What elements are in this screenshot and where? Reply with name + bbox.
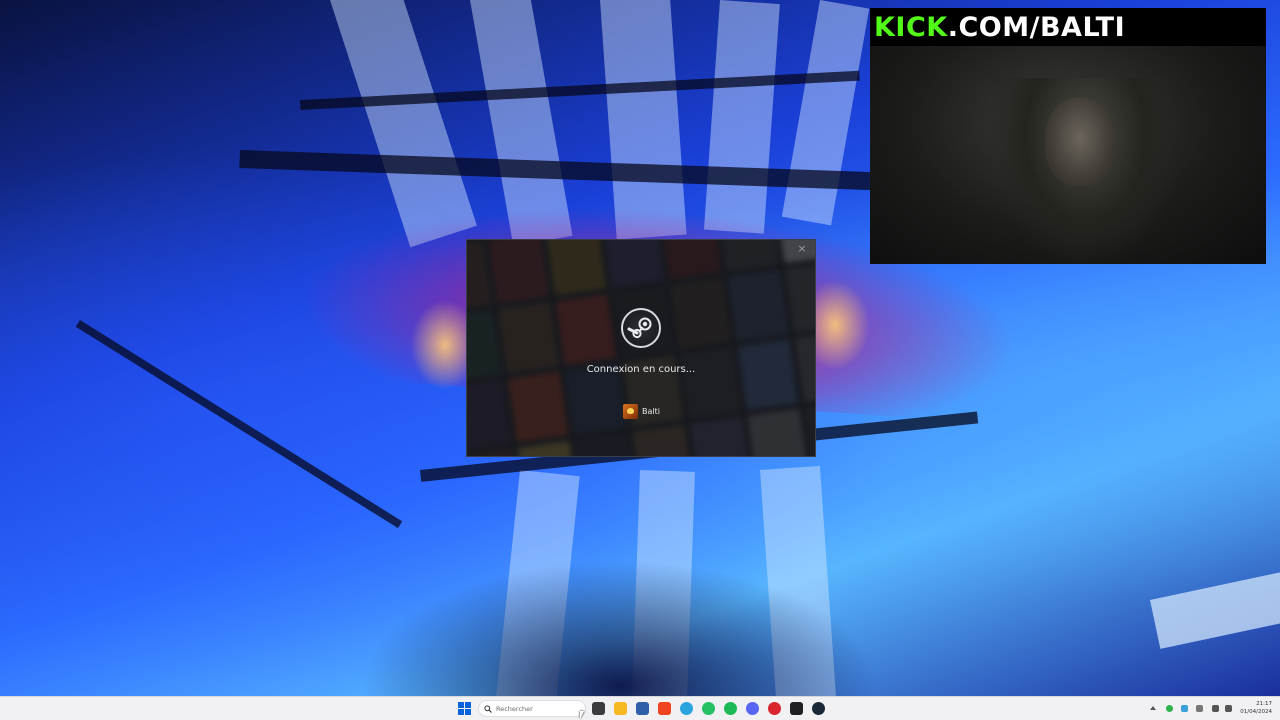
mouse-cursor bbox=[580, 711, 584, 719]
discord-icon[interactable] bbox=[746, 702, 759, 715]
account-chip: Balti bbox=[623, 404, 660, 419]
file-explorer-icon[interactable] bbox=[614, 702, 627, 715]
streamer-face bbox=[1045, 98, 1115, 186]
tray-green-app-icon[interactable] bbox=[1166, 705, 1173, 712]
steam-taskbar-icon[interactable] bbox=[812, 702, 825, 715]
telegram-icon[interactable] bbox=[680, 702, 693, 715]
notion-icon[interactable] bbox=[790, 702, 803, 715]
network-icon[interactable] bbox=[1212, 705, 1219, 712]
clock-date[interactable]: 01/04/2024 bbox=[1240, 709, 1272, 715]
app-store-icon[interactable] bbox=[636, 702, 649, 715]
task-view-icon[interactable] bbox=[592, 702, 605, 715]
search-icon bbox=[484, 704, 492, 713]
avatar bbox=[623, 404, 638, 419]
account-username: Balti bbox=[642, 407, 660, 416]
close-icon[interactable]: × bbox=[795, 242, 809, 256]
tray-app-icon[interactable] bbox=[1181, 705, 1188, 712]
steam-login-dialog: × Connexion en cours... Balti bbox=[466, 239, 816, 457]
start-icon[interactable] bbox=[458, 702, 471, 715]
taskbar-search-input[interactable]: Rechercher bbox=[478, 700, 586, 717]
stream-banner: KICK .COM/BALTI bbox=[870, 8, 1266, 46]
clock-time[interactable]: 21:17 bbox=[1240, 701, 1272, 707]
search-placeholder: Rechercher bbox=[496, 704, 533, 713]
tray-overflow-chevron-icon[interactable] bbox=[1150, 706, 1156, 710]
steam-icon bbox=[621, 308, 661, 348]
kick-brand-text: KICK bbox=[874, 11, 948, 43]
red-app-icon[interactable] bbox=[768, 702, 781, 715]
tray-app-icon-2[interactable] bbox=[1196, 705, 1203, 712]
spotify-icon[interactable] bbox=[724, 702, 737, 715]
connection-status-text: Connexion en cours... bbox=[586, 364, 696, 375]
volume-icon[interactable] bbox=[1225, 705, 1232, 712]
kick-domain-text: .COM/BALTI bbox=[947, 11, 1126, 43]
windows-taskbar: Rechercher 21:17 01/04/2024 bbox=[0, 696, 1280, 720]
whatsapp-icon[interactable] bbox=[702, 702, 715, 715]
webcam-overlay: KICK .COM/BALTI bbox=[870, 8, 1266, 264]
brave-browser-icon[interactable] bbox=[658, 702, 671, 715]
